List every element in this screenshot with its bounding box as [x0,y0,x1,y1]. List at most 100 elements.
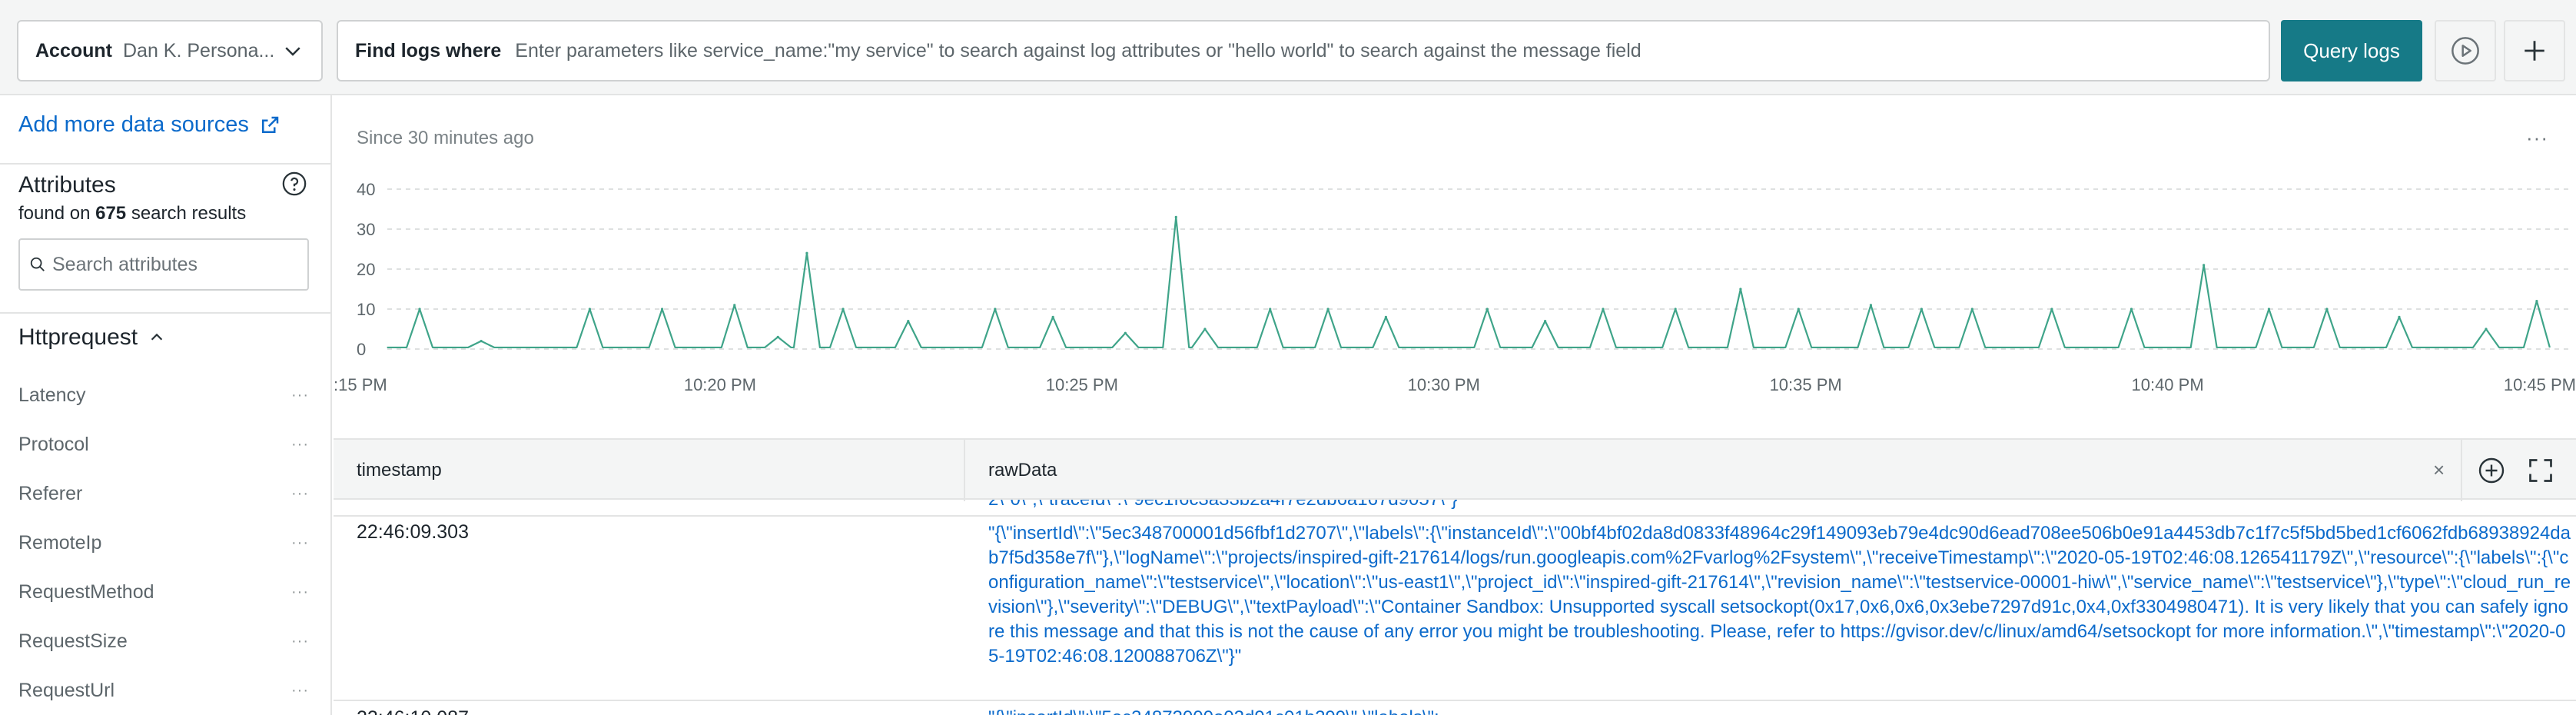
top-bar: Account Dan K. Persona... Find logs wher… [0,0,2576,95]
more-icon[interactable]: ··· [291,436,309,454]
logs-table: timestamp rawData × 2\"0\",\"traceId\":\… [334,438,2576,715]
attribute-label: RequestSize [18,630,128,652]
data-point [1384,315,1387,318]
attribute-label: Latency [18,384,86,406]
chevron-down-icon [285,47,300,56]
search-attributes-field[interactable] [18,238,309,291]
x-tick-label: :15 PM [334,375,387,394]
data-point [2485,328,2488,331]
data-point [1674,308,1677,311]
y-tick-label: 0 [357,340,366,359]
data-point [994,308,997,311]
attribute-item-latency[interactable]: Latency ··· [0,371,332,420]
data-point [418,308,421,311]
attribute-group-header[interactable]: Httprequest [18,324,165,351]
y-tick-label: 10 [357,300,375,319]
data-point [1544,320,1547,323]
fullscreen-icon[interactable] [2527,457,2554,484]
attribute-label: Protocol [18,433,89,455]
attributes-found-text: found on 675 search results [18,203,246,224]
attribute-item-referer[interactable]: Referer ··· [0,469,332,518]
row-rawdata[interactable]: "{\"insertId\":\"5ec34872000e02d91c01b29… [988,707,1439,715]
more-icon[interactable]: ··· [291,387,309,404]
chart-menu-icon[interactable]: ··· [2526,126,2548,150]
data-point [2325,308,2329,311]
table-row-partial-rawdata[interactable]: 2\"0\",\"traceId\":\"9ec1f6c3a33b2a4f7e2… [988,500,1457,510]
more-icon[interactable]: ··· [291,584,309,601]
data-point [2398,315,2401,318]
attribute-item-requesturl[interactable]: RequestUrl ··· [0,666,332,715]
attribute-item-protocol[interactable]: Protocol ··· [0,420,332,469]
column-divider [2461,440,2462,501]
log-volume-chart: 0 10 20 30 40:15 PM 10:20 PM 10:25 PM 10:30 PM 1… [334,180,2576,394]
found-suffix: search results [131,203,247,224]
plus-icon [2525,41,2544,61]
search-icon [30,257,45,271]
data-point [1124,331,1127,334]
data-point [2130,308,2133,311]
attribute-label: RequestMethod [18,580,154,603]
x-tick-label: 10:40 PM [2131,375,2203,394]
table-body: 2\"0\",\"traceId\":\"9ec1f6c3a33b2a4f7e2… [334,500,2576,715]
remove-column-icon[interactable]: × [2433,458,2445,482]
log-volume-chart-panel: Since 30 minutes ago ··· 0 10 20 30 40:15 PM… [334,95,2576,438]
divider [0,312,332,314]
data-point [1602,308,1605,311]
data-point [480,340,483,343]
row-divider [334,700,2576,701]
data-point [2267,308,2271,311]
data-point [842,308,845,311]
attribute-label: RequestUrl [18,679,115,701]
data-point [2203,264,2206,267]
data-point [660,308,664,311]
external-link-icon [261,116,279,133]
add-column-icon[interactable] [2478,457,2505,484]
query-label: Find logs where [355,39,502,62]
more-icon[interactable]: ··· [291,534,309,552]
play-button[interactable] [2435,20,2496,81]
data-point [805,251,808,254]
attribute-group-name: Httprequest [18,324,138,350]
chevron-up-icon [151,333,163,341]
x-tick-label: 10:45 PM [2504,375,2576,394]
data-point [776,335,779,338]
data-point [588,308,591,311]
column-header-timestamp[interactable]: timestamp [357,460,442,481]
query-input[interactable]: Enter parameters like service_name:"my s… [515,40,1641,62]
data-point [2050,308,2053,311]
data-point [1174,215,1177,218]
data-point [1797,308,1800,311]
more-icon[interactable]: ··· [291,682,309,700]
y-tick-label: 20 [357,260,375,279]
attribute-item-requestsize[interactable]: RequestSize ··· [0,617,332,666]
row-rawdata[interactable]: "{\"insertId\":\"5ec348700001d56fbf1d270… [988,521,2571,669]
found-count: 675 [95,203,127,224]
column-divider [964,440,965,501]
x-tick-label: 10:25 PM [1046,375,1118,394]
add-data-sources-link[interactable]: Add more data sources [18,112,281,138]
x-tick-label: 10:35 PM [1770,375,1842,394]
more-icon[interactable]: ··· [291,633,309,650]
attribute-label: RemoteIp [18,531,102,554]
y-tick-label: 30 [357,220,375,239]
query-logs-button[interactable]: Query logs [2281,20,2422,81]
account-label: Account [35,39,112,62]
table-header: timestamp rawData × [334,438,2576,501]
y-tick-label: 40 [357,180,375,199]
data-point [2535,300,2538,303]
column-header-rawdata[interactable]: rawData [988,460,1057,481]
attribute-item-requestmethod[interactable]: RequestMethod ··· [0,567,332,617]
x-tick-label: 10:30 PM [1408,375,1480,394]
data-point [1970,308,1973,311]
query-bar[interactable]: Find logs where Enter parameters like se… [337,20,2270,81]
row-divider [334,515,2576,517]
add-query-button[interactable] [2504,20,2565,81]
help-icon[interactable] [281,171,307,197]
attribute-item-remoteip[interactable]: RemoteIp ··· [0,518,332,567]
row-timestamp: 22:46:09.303 [357,521,469,543]
account-selector[interactable]: Account Dan K. Persona... [17,20,323,81]
data-point [1486,308,1489,311]
more-icon[interactable]: ··· [291,485,309,503]
data-point [1269,308,1272,311]
search-attributes-input[interactable] [52,253,298,276]
